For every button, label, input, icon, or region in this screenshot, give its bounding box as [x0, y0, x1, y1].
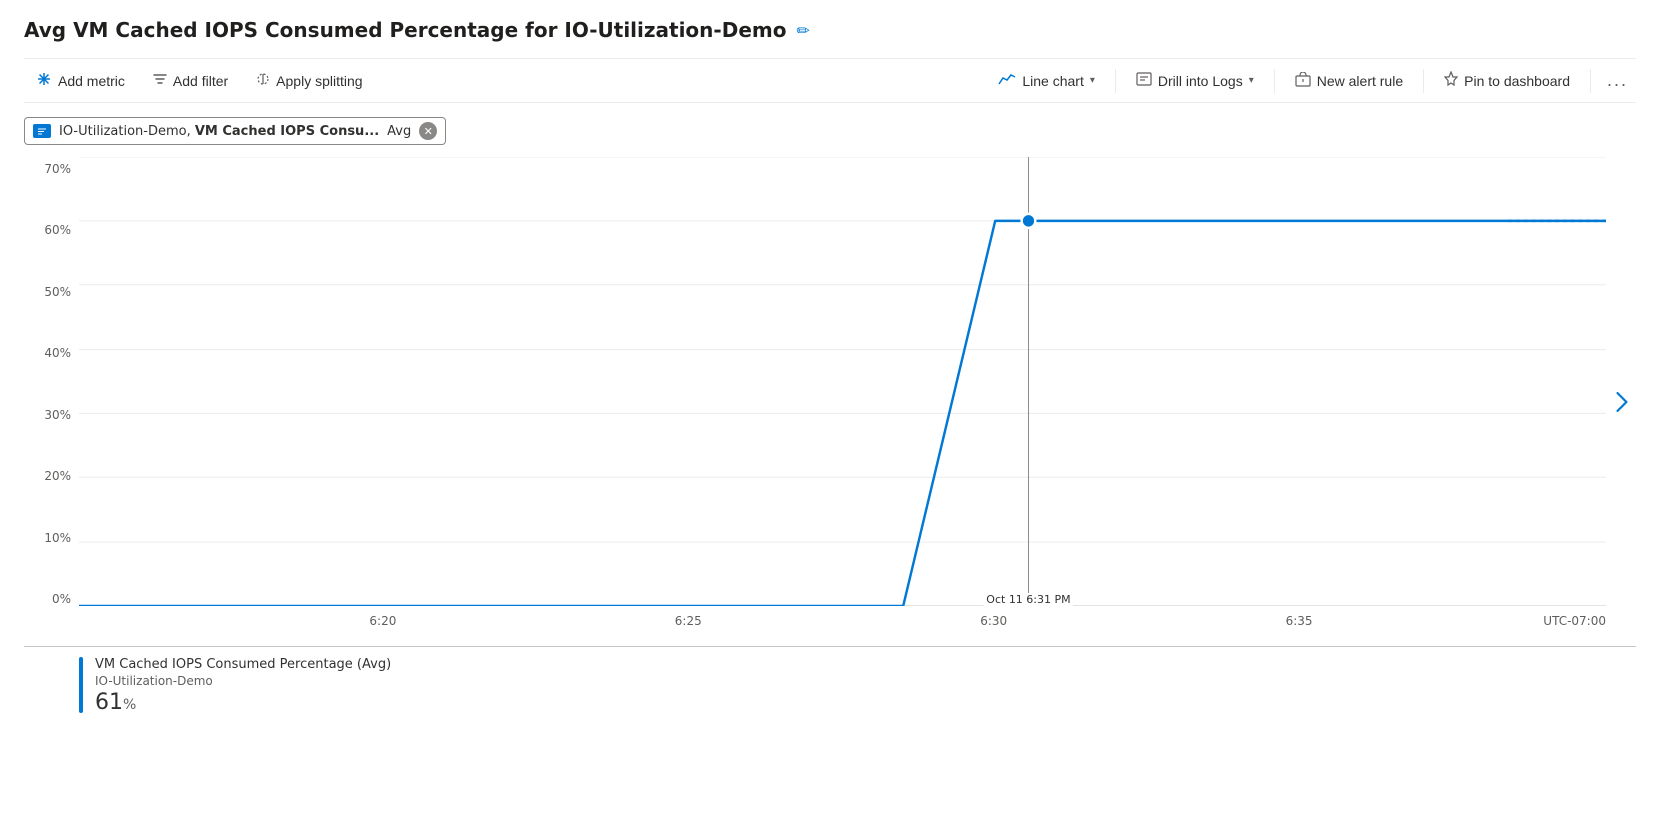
tooltip-label: Oct 11 6:31 PM [984, 593, 1072, 606]
metric-tag-row: IO-Utilization-Demo, VM Cached IOPS Cons… [24, 117, 1636, 145]
pin-icon [1444, 71, 1458, 90]
drill-into-logs-label: Drill into Logs [1158, 73, 1243, 89]
line-chart-chevron: ▾ [1090, 75, 1095, 86]
drill-into-logs-button[interactable]: Drill into Logs ▾ [1124, 66, 1266, 95]
y-label-10: 10% [44, 531, 71, 545]
filter-icon [153, 72, 167, 89]
expand-arrow[interactable] [1608, 388, 1636, 416]
pin-to-dashboard-label: Pin to dashboard [1464, 73, 1570, 89]
chart-svg [79, 157, 1606, 606]
add-filter-button[interactable]: Add filter [141, 66, 240, 95]
y-label-30: 30% [44, 408, 71, 422]
edit-icon[interactable]: ✏ [796, 21, 809, 40]
divider-2 [1274, 69, 1275, 93]
x-label-620: 6:20 [369, 614, 396, 628]
divider-1 [1115, 69, 1116, 93]
legend-value-unit: % [123, 697, 136, 713]
metric-tag-close-button[interactable]: ✕ [419, 122, 437, 140]
add-metric-button[interactable]: Add metric [24, 65, 137, 96]
y-label-60: 60% [44, 223, 71, 237]
y-axis: 70% 60% 50% 40% 30% 20% 10% 0% [24, 157, 79, 606]
y-label-50: 50% [44, 285, 71, 299]
new-alert-rule-label: New alert rule [1317, 73, 1403, 89]
line-chart-icon [998, 72, 1016, 89]
y-label-20: 20% [44, 469, 71, 483]
apply-splitting-button[interactable]: Apply splitting [244, 66, 374, 95]
metric-tag-agg: Avg [387, 124, 411, 139]
vm-icon [33, 124, 51, 138]
splitting-icon [256, 72, 270, 89]
metric-tag: IO-Utilization-Demo, VM Cached IOPS Cons… [24, 117, 446, 145]
line-chart-button[interactable]: Line chart ▾ [986, 66, 1107, 95]
legend-value: 61% [95, 690, 391, 715]
x-label-630: 6:30 [980, 614, 1007, 628]
more-options-button[interactable]: ... [1599, 66, 1636, 95]
title-row: Avg VM Cached IOPS Consumed Percentage f… [24, 18, 1636, 42]
legend-metric-name: VM Cached IOPS Consumed Percentage (Avg) [95, 657, 391, 672]
add-filter-label: Add filter [173, 73, 228, 89]
toolbar: Add metric Add filter Apply splitting [24, 58, 1636, 103]
chart-legend: VM Cached IOPS Consumed Percentage (Avg)… [24, 657, 1636, 715]
metric-tag-name: IO-Utilization-Demo, VM Cached IOPS Cons… [59, 124, 379, 139]
add-metric-icon [36, 71, 52, 90]
add-metric-label: Add metric [58, 73, 125, 89]
y-label-40: 40% [44, 346, 71, 360]
page-title: Avg VM Cached IOPS Consumed Percentage f… [24, 18, 786, 42]
apply-splitting-label: Apply splitting [276, 73, 362, 89]
legend-color-bar [79, 657, 83, 713]
drill-logs-icon [1136, 72, 1152, 89]
y-label-0: 0% [52, 592, 71, 606]
x-label-625: 6:25 [675, 614, 702, 628]
pin-to-dashboard-button[interactable]: Pin to dashboard [1432, 65, 1582, 96]
divider-3 [1423, 69, 1424, 93]
alert-icon [1295, 72, 1311, 90]
x-label-635: 6:35 [1286, 614, 1313, 628]
line-chart-label: Line chart [1022, 73, 1083, 89]
drill-logs-chevron: ▾ [1249, 75, 1254, 86]
divider-4 [1590, 69, 1591, 93]
y-label-70: 70% [44, 162, 71, 176]
metric-tag-metric: VM Cached IOPS Consu... [195, 124, 379, 139]
toolbar-right: Line chart ▾ Drill into Logs ▾ [986, 65, 1636, 96]
new-alert-rule-button[interactable]: New alert rule [1283, 66, 1415, 96]
toolbar-left: Add metric Add filter Apply splitting [24, 65, 986, 96]
x-axis: 6:20 6:25 6:30 6:35 UTC-07:00 [79, 608, 1606, 646]
legend-text: VM Cached IOPS Consumed Percentage (Avg)… [95, 657, 391, 715]
more-options-label: ... [1607, 70, 1628, 91]
legend-resource: IO-Utilization-Demo [95, 674, 391, 688]
chart-plot: Oct 11 6:31 PM [79, 157, 1606, 606]
chart-container: 70% 60% 50% 40% 30% 20% 10% 0% [24, 157, 1636, 647]
x-label-tz: UTC-07:00 [1543, 614, 1606, 628]
